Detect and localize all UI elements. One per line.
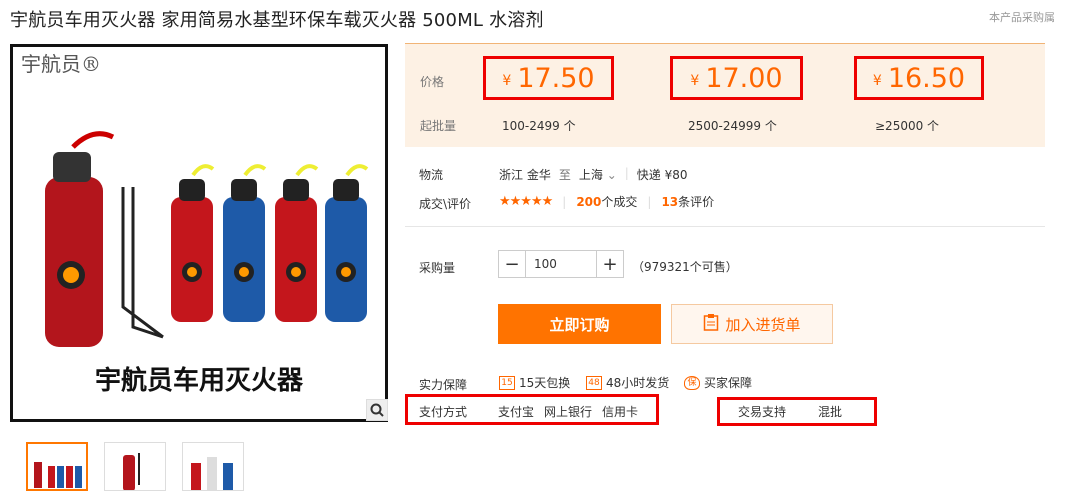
deals-info: ★★★★★ | 200个成交 | 13条评价: [499, 193, 715, 210]
price-tier-1: ¥17.50: [483, 56, 614, 100]
price-panel: 价格 起批量 ¥17.50 ¥17.00 ¥16.50 100-2499 个 2…: [405, 43, 1045, 147]
price-tier-2: ¥17.00: [670, 56, 803, 100]
range-tier-2: 2500-24999 个: [688, 119, 777, 133]
product-note: 本产品采购属: [989, 11, 1055, 24]
order-now-button[interactable]: 立即订购: [498, 304, 661, 344]
payment-label: 支付方式: [419, 405, 468, 419]
clipboard-icon: [703, 313, 719, 335]
range-tier-1: 100-2499 个: [502, 119, 576, 133]
min-qty-label: 起批量: [420, 119, 457, 133]
range-tier-3: ≥25000 个: [875, 119, 940, 133]
express-fee: 快递 ¥80: [636, 168, 688, 182]
price-tier-3: ¥16.50: [854, 56, 984, 100]
extinguisher-illustration: 宇航员® 宇航员车用灭火器: [21, 52, 369, 396]
chevron-down-icon: ⌄: [606, 168, 617, 182]
thumbnail-3[interactable]: [182, 442, 244, 491]
deals-count-link[interactable]: 200个成交: [576, 193, 637, 210]
brand-logo: 宇航员®: [21, 52, 101, 76]
48h-shipping-icon: 48: [586, 375, 602, 390]
decrease-button[interactable]: −: [498, 250, 526, 278]
payment-bank: 网上银行: [544, 405, 593, 419]
trade-label: 交易支持: [738, 405, 787, 419]
deals-label: 成交\评价: [419, 197, 472, 211]
ship-to-select[interactable]: 上海 ⌄: [579, 166, 617, 183]
thumbnail-1[interactable]: [26, 442, 88, 491]
divider: [405, 226, 1045, 227]
thumbnail-strip: [26, 442, 244, 491]
rating-stars: ★★★★★: [499, 194, 553, 209]
logistics-info: 浙江 金华 至 上海 ⌄ | 快递 ¥80: [499, 166, 688, 183]
payment-alipay: 支付宝: [498, 405, 535, 419]
reviews-count-link[interactable]: 13条评价: [661, 193, 714, 210]
payment-credit: 信用卡: [602, 405, 639, 419]
guarantee-label: 实力保障: [419, 378, 468, 392]
zoom-icon[interactable]: [366, 399, 388, 421]
quantity-input[interactable]: 100: [526, 250, 596, 278]
available-stock: （979321个可售）: [632, 260, 738, 274]
price-label: 价格: [420, 75, 445, 89]
to-word: 至: [558, 168, 571, 182]
image-caption: 宇航员车用灭火器: [95, 365, 304, 396]
15-day-exchange-icon: 15: [499, 375, 515, 390]
quantity-stepper: − 100 +: [498, 250, 624, 278]
product-title: 宇航员车用灭火器 家用简易水基型环保车载灭火器 500ML 水溶剂: [10, 10, 544, 31]
guarantee-item-2[interactable]: 48 48小时发货: [586, 374, 669, 391]
purchase-label: 采购量: [419, 261, 456, 275]
trade-value: 混批: [818, 405, 843, 419]
logistics-label: 物流: [419, 168, 444, 182]
main-product-image[interactable]: 宇航员® 宇航员车用灭火器: [10, 44, 388, 422]
payment-methods: 支付宝 网上银行 信用卡: [498, 403, 638, 420]
thumbnail-2[interactable]: [104, 442, 166, 491]
guarantee-item-1[interactable]: 15 15天包换: [499, 374, 570, 391]
ship-from: 浙江 金华: [499, 168, 551, 182]
add-to-cart-button[interactable]: 加入进货单: [671, 304, 833, 344]
guarantee-item-3[interactable]: 保买家保障: [684, 374, 752, 391]
increase-button[interactable]: +: [596, 250, 624, 278]
shield-icon: 保: [684, 375, 700, 390]
